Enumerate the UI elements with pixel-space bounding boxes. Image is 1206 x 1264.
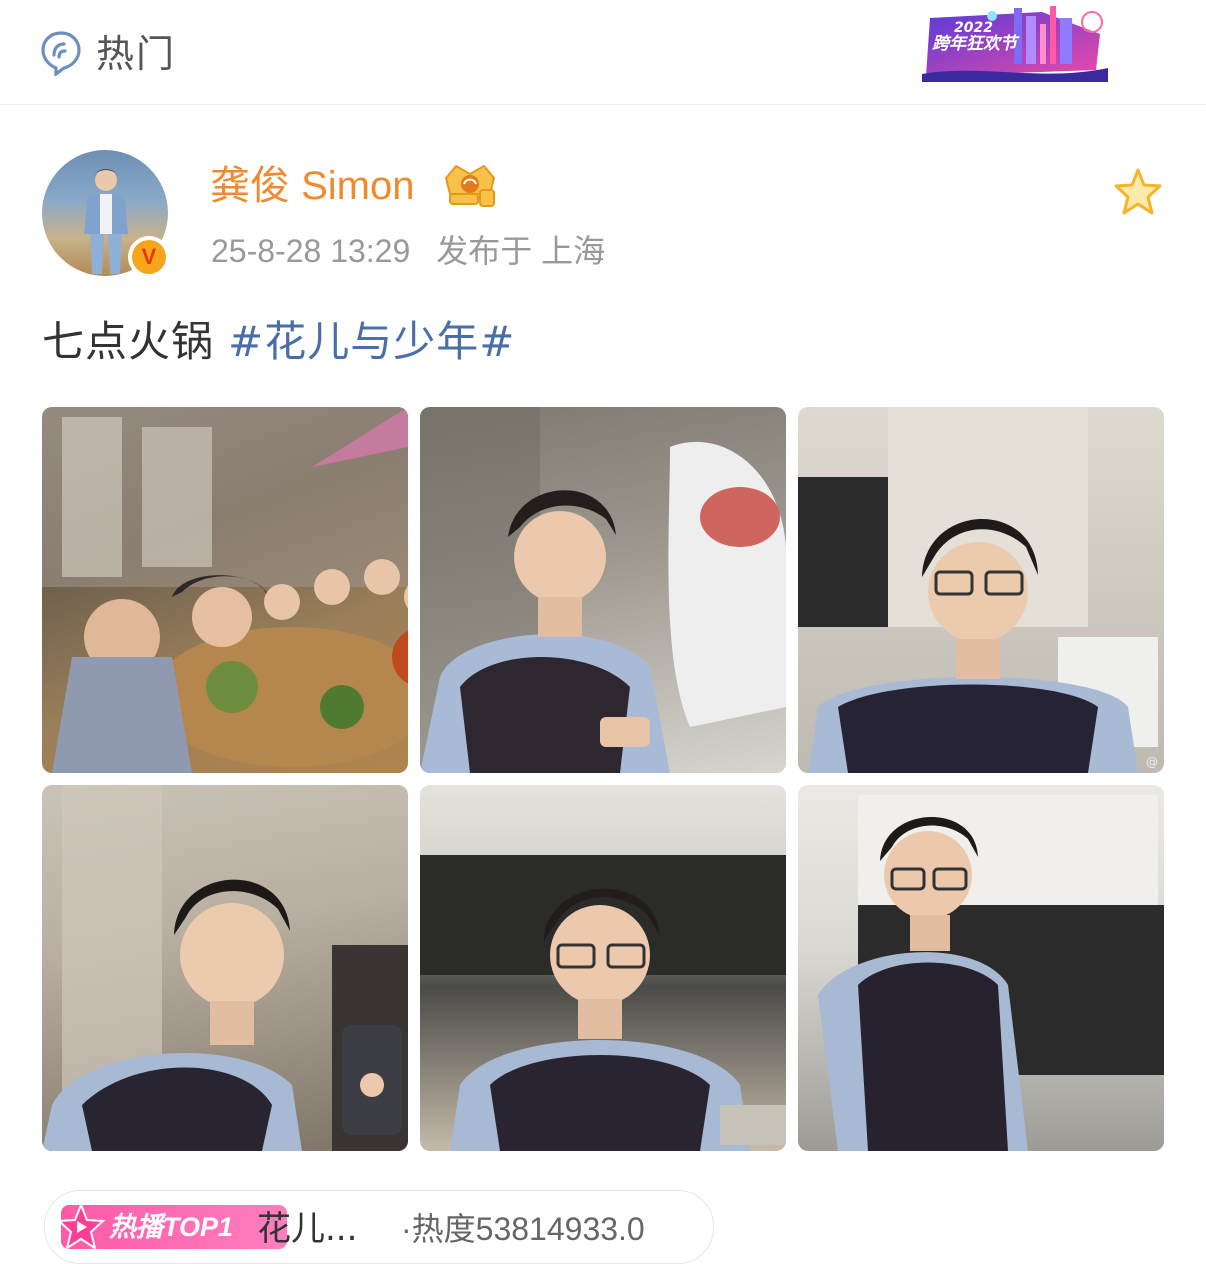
hot-star-icon: [56, 1202, 106, 1251]
photo-5-graphic: [420, 855, 786, 1151]
hot-topic-pill[interactable]: 热播TOP1 花儿... ·热度53814933.0: [44, 1190, 714, 1264]
hot-topic-icon: [41, 31, 81, 76]
post-timestamp: 25-8-28 13:29: [211, 233, 411, 269]
photo-1-graphic: [42, 407, 408, 773]
photo-2[interactable]: [420, 407, 786, 773]
verified-badge-icon: V: [128, 236, 170, 278]
photo-3-graphic: [798, 407, 1158, 773]
favorite-star-icon[interactable]: [1112, 166, 1164, 218]
photo-4-graphic: [42, 785, 408, 1151]
photo-watermark: @: [1146, 755, 1158, 769]
photo-4[interactable]: [42, 785, 408, 1151]
post-location: 发布于 上海: [436, 233, 606, 269]
hashtag-link[interactable]: #花儿与少年#: [228, 317, 515, 366]
post-text: 七点火锅 #花儿与少年#: [42, 314, 515, 370]
photo-2-graphic: [420, 407, 786, 773]
post-meta: 25-8-28 13:29 发布于 上海: [211, 230, 631, 272]
top-bar: 热门 2022 跨年狂欢节: [0, 0, 1206, 105]
verified-v-icon: V: [132, 240, 166, 274]
photo-1[interactable]: [42, 407, 408, 773]
photo-5[interactable]: [420, 785, 786, 1151]
promo-banner[interactable]: 2022 跨年狂欢节: [922, 4, 1108, 82]
hot-badge-label: 热播TOP1: [109, 1212, 234, 1242]
photo-6[interactable]: [798, 785, 1164, 1151]
hot-topic-title: 花儿...: [257, 1209, 358, 1249]
photo-6-graphic: [818, 795, 1164, 1151]
hot-badge: 热播TOP1: [56, 1202, 287, 1251]
hot-topic-heat: ·热度53814933.0: [401, 1211, 645, 1247]
promo-text: 跨年狂欢节: [932, 34, 1017, 54]
vip-crown-icon: [444, 164, 496, 207]
photo-3[interactable]: @: [798, 407, 1164, 773]
page-title[interactable]: 热门: [96, 30, 176, 78]
author-name[interactable]: 龚俊 Simon: [210, 160, 415, 212]
post-body: 七点火锅: [42, 317, 215, 366]
avatar-person-graphic: [84, 169, 128, 274]
